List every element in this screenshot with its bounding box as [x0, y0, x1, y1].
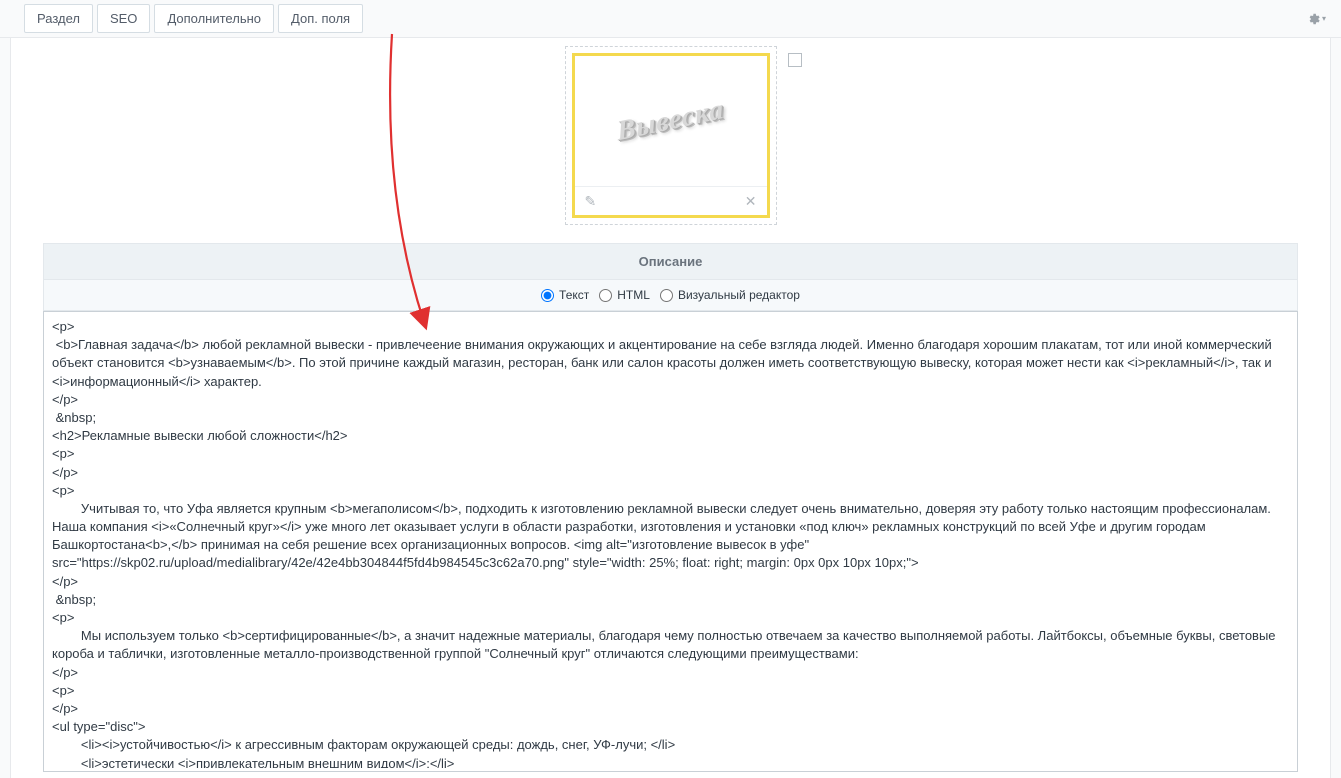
section-title-description: Описание — [43, 243, 1298, 280]
extra-checkbox[interactable] — [788, 53, 802, 67]
image-thumbnail: Вывеска ✎ ✕ — [572, 53, 770, 218]
image-upload-zone[interactable]: Вывеска ✎ ✕ — [565, 46, 777, 225]
gear-icon — [1306, 12, 1320, 26]
description-editor-textarea[interactable] — [44, 312, 1297, 768]
edit-image-icon[interactable]: ✎ — [585, 193, 597, 210]
tab-seo[interactable]: SEO — [97, 4, 150, 33]
radio-mode-visual-input[interactable] — [660, 289, 673, 302]
remove-image-icon[interactable]: ✕ — [745, 193, 757, 210]
chevron-down-icon: ▾ — [1322, 14, 1326, 23]
radio-mode-visual[interactable]: Визуальный редактор — [660, 288, 800, 302]
tab-dop-polya[interactable]: Доп. поля — [278, 4, 363, 33]
settings-gear-button[interactable]: ▾ — [1305, 8, 1327, 30]
radio-mode-html[interactable]: HTML — [599, 288, 650, 302]
radio-mode-text-input[interactable] — [541, 289, 554, 302]
thumbnail-preview: Вывеска — [575, 56, 767, 186]
tab-dopolnitelno[interactable]: Дополнительно — [154, 4, 274, 33]
editor-mode-radios: Текст HTML Визуальный редактор — [43, 280, 1298, 311]
tab-razdel[interactable]: Раздел — [24, 4, 93, 33]
radio-mode-text[interactable]: Текст — [541, 288, 589, 302]
radio-mode-html-input[interactable] — [599, 289, 612, 302]
tabs-bar: Раздел SEO Дополнительно Доп. поля ▾ — [0, 0, 1341, 38]
